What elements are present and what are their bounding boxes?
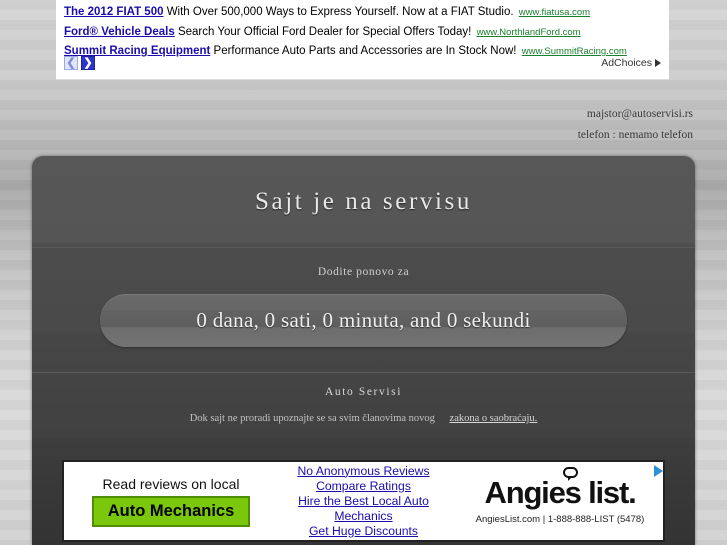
ad-description: With Over 500,000 Ways to Express Yourse… [166,6,514,18]
speech-bubble-icon [562,467,578,481]
contact-info: majstor@autoservisi.rs telefon : nemamo … [0,104,727,146]
panel-header: Sajt je na servisu [32,156,695,247]
bottom-ad-headline: Read reviews on local [102,475,240,492]
countdown-box: 0 dana, 0 sati, 0 minuta, and 0 sekundi [100,294,627,347]
bottom-ad-brand: Angies list. AngiesList.com | 1-888-888-… [463,465,663,525]
ad-title-link[interactable]: The 2012 FIAT 500 [64,6,164,18]
ad-description: Search Your Official Ford Dealer for Spe… [177,25,472,38]
traffic-law-link[interactable]: zakona o saobraćaju. [450,413,538,424]
bottom-ad-links: No Anonymous Reviews Compare Ratings Hir… [264,464,463,539]
angies-list-logo-text: Angies list. [484,475,637,510]
angies-list-logo: Angies list. [484,467,637,510]
bottom-ad-link[interactable]: Hire the Best Local Auto Mechanics [268,494,459,524]
ad-next-arrow-icon[interactable]: ❯ [81,56,95,70]
ad-pager: ❮ ❯ [64,56,95,70]
page-title: Sajt je na servisu [255,187,472,215]
bottom-ad-tagline: AngiesList.com | 1-888-888-LIST (5478) [475,514,645,525]
bottom-ad-link[interactable]: No Anonymous Reviews [268,464,459,479]
ad-navigation-row: ❮ ❯ AdChoices [64,55,661,71]
countdown-value: 0 dana, 0 sati, 0 minuta, and 0 sekundi [196,308,531,332]
adchoices-triangle-icon [655,59,661,67]
adchoices-button[interactable]: AdChoices [601,57,661,69]
footer-note: Dok sajt ne proradi upoznajte se sa svim… [32,413,695,424]
bottom-ad-link[interactable]: Get Huge Discounts [268,524,459,539]
contact-phone: telefon : nemamo telefon [577,129,693,141]
bottom-ad-left: Read reviews on local Auto Mechanics [64,476,264,527]
countdown-section: Dodite ponovo za 0 dana, 0 sati, 0 minut… [32,248,695,372]
bottom-ad-link[interactable]: Compare Ratings [268,479,459,494]
bottom-ad-banner[interactable]: Read reviews on local Auto Mechanics No … [62,460,665,542]
ad-url-link[interactable]: www.NorthlandFord.com [477,27,581,38]
adchoices-triangle-icon[interactable] [654,465,663,477]
ad-title-link[interactable]: Ford® Vehicle Deals [64,26,175,38]
top-ad-banner: The 2012 FIAT 500 With Over 500,000 Ways… [56,0,669,80]
contact-email: majstor@autoservisi.rs [586,108,693,120]
panel-footer: Auto Servisi Dok sajt ne proradi upoznaj… [32,373,695,424]
site-name: Auto Servisi [324,386,403,398]
ad-prev-arrow-icon[interactable]: ❮ [64,56,78,70]
ad-url-link[interactable]: www.fiatusa.com [519,7,590,18]
footer-note-text: Dok sajt ne proradi upoznajte se sa svim… [189,413,435,424]
bottom-ad-badge: Auto Mechanics [91,495,251,527]
ad-entry: Ford® Vehicle Deals Search Your Official… [64,24,661,41]
countdown-label: Dodite ponovo za [317,266,410,278]
ad-entry: The 2012 FIAT 500 With Over 500,000 Ways… [64,4,661,21]
adchoices-label: AdChoices [601,57,652,69]
